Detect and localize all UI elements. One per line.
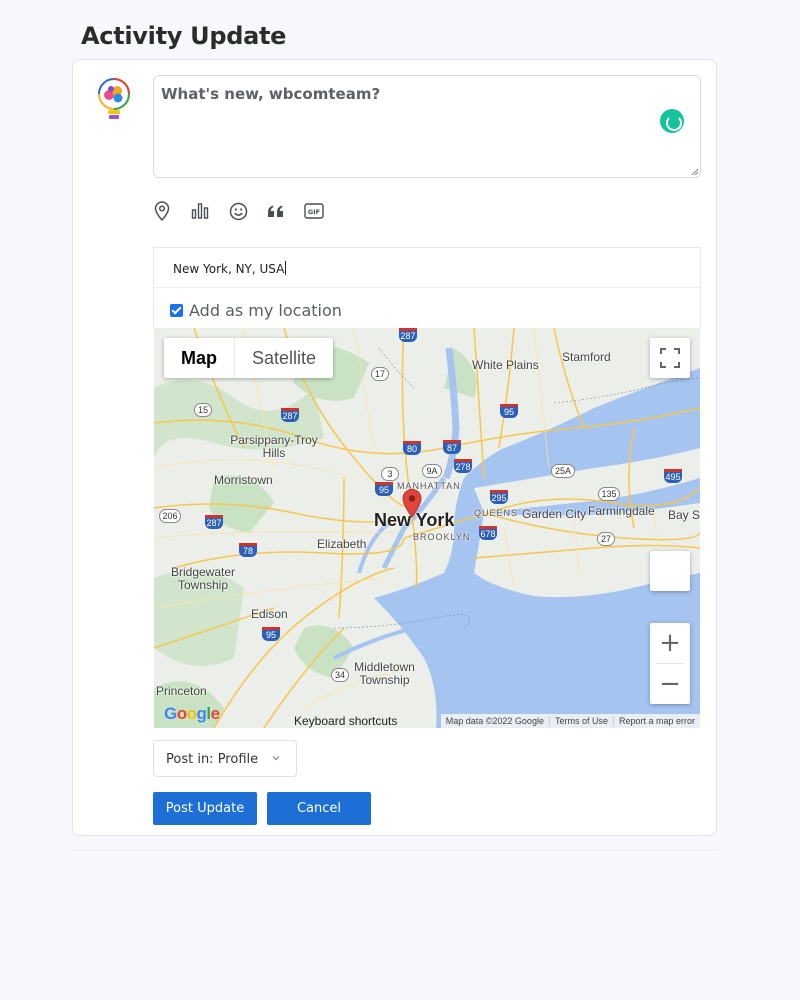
grammarly-icon[interactable] [660,109,684,133]
zoom-in-button[interactable]: + [650,623,690,663]
map-label-elizabeth: Elizabeth [317,537,367,551]
map-type-map-button[interactable]: Map [164,338,235,378]
post-in-label: Post in: Profile [166,752,259,767]
map-label-bay-shore: Bay Sh [668,508,700,522]
cancel-button[interactable]: Cancel [267,792,371,825]
map-type-satellite-button[interactable]: Satellite [235,338,333,378]
add-location-label[interactable]: Add as my location [189,301,342,320]
map-label-edison: Edison [251,607,288,621]
map-label-stamford: Stamford [562,350,611,364]
route-shield: 495 [664,469,682,483]
composer-toolbar: GIF [151,199,341,223]
chevron-down-icon [272,756,280,761]
route-shield: 78 [239,543,257,557]
map-label-princeton: Princeton [156,684,207,698]
route-shield: 95 [375,482,393,496]
poll-icon[interactable] [189,200,211,222]
svg-text:GIF: GIF [308,208,320,216]
whats-new-textarea[interactable]: What's new, wbcomteam? [153,75,701,178]
google-map[interactable]: Map Satellite + − White Plains Stamford … [154,328,700,728]
route-shield: 95 [500,404,518,418]
route-shield: 87 [443,440,461,454]
route-shield: 25A [551,464,575,478]
map-data-text: Map data ©2022 Google [445,716,544,726]
gif-icon[interactable]: GIF [303,200,325,222]
route-shield: 34 [331,668,349,682]
zoom-out-button[interactable]: − [650,664,690,704]
map-type-control: Map Satellite [164,338,334,378]
location-marker-icon[interactable] [401,488,423,518]
route-shield: 287 [205,515,223,529]
fullscreen-button[interactable] [650,338,690,378]
street-view-pegman-button[interactable] [650,551,690,591]
map-label-queens: QUEENS [474,508,519,518]
quote-icon[interactable] [265,200,287,222]
map-label-white-plains: White Plains [472,358,539,372]
route-shield: 80 [403,441,421,455]
map-label-morristown: Morristown [214,473,273,487]
map-attribution-bar: Map data ©2022 Google Terms of Use Repor… [440,714,700,728]
location-input[interactable]: New York, NY, USA [154,248,700,288]
map-label-brooklyn: BROOKLYN [413,532,471,542]
resize-grip-icon[interactable] [691,168,699,176]
emoji-icon[interactable] [227,200,249,222]
zoom-control: + − [650,623,690,704]
divider [72,850,717,851]
location-input-value: New York, NY, USA [173,262,285,276]
map-label-parsippany: Parsippany-Troy Hills [230,433,318,460]
map-label-farmingdale: Farmingdale [588,504,655,518]
route-shield: 3 [381,467,399,481]
google-logo[interactable]: Google [164,704,220,724]
post-in-select[interactable]: Post in: Profile [153,740,297,777]
location-icon[interactable] [151,200,173,222]
route-shield: 17 [371,367,389,381]
route-shield: 135 [598,487,620,501]
keyboard-shortcuts-link[interactable]: Keyboard shortcuts [294,714,397,728]
add-location-checkbox[interactable] [170,304,183,317]
route-shield: 287 [399,328,417,342]
map-label-middletown: Middletown Township [354,660,415,687]
route-shield: 15 [194,403,212,417]
route-shield: 278 [454,459,472,473]
location-panel: New York, NY, USA Add as my location [153,247,701,329]
route-shield: 9A [422,464,442,478]
route-shield: 287 [281,408,299,422]
fullscreen-icon [660,348,680,368]
post-update-button[interactable]: Post Update [153,792,257,825]
report-map-error-link[interactable]: Report a map error [612,716,700,726]
route-shield: 206 [159,509,181,523]
page-title: Activity Update [81,22,287,50]
add-location-row: Add as my location [170,301,342,320]
route-shield: 678 [479,526,497,540]
route-shield: 27 [597,532,615,546]
lightbulb-logo-icon [98,78,130,119]
route-shield: 295 [490,490,508,504]
route-shield: 95 [262,627,280,641]
terms-link[interactable]: Terms of Use [548,716,613,726]
map-label-bridgewater: Bridgewater Township [170,565,236,592]
map-label-garden-city: Garden City [522,507,587,521]
textarea-placeholder: What's new, wbcomteam? [161,85,381,103]
avatar[interactable] [96,77,132,125]
